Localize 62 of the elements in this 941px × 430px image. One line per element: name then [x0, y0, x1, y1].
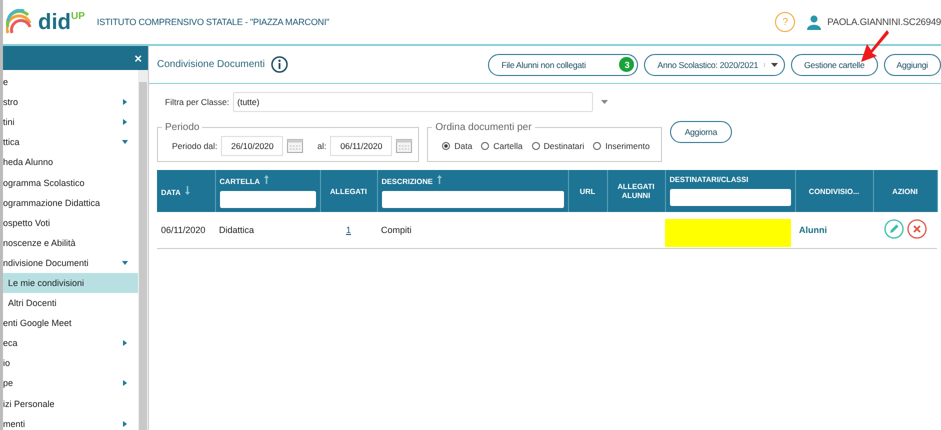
rainbow-logo-icon	[6, 9, 32, 35]
menu-item[interactable]: eca	[3, 333, 138, 354]
toolbar-button[interactable]: Gestione cartelle	[791, 54, 878, 76]
app-logo: did$^{UP}$	[38, 9, 85, 35]
edit-icon[interactable]	[884, 218, 904, 239]
menu-item[interactable]: heda Alunno	[3, 152, 138, 172]
calendar-icon[interactable]	[396, 138, 412, 153]
period-legend: Periodo	[162, 122, 202, 133]
school-name: ISTITUTO COMPRENSIVO STATALE - "PIAZZA MARCONI"	[96, 17, 330, 27]
calendar-icon[interactable]	[287, 138, 304, 153]
table-cell: Alunni	[795, 212, 873, 248]
menu-item[interactable]: ogrammazione Didattica	[3, 192, 138, 213]
column-filter-field[interactable]	[220, 191, 316, 208]
count-badge: 3	[619, 57, 634, 72]
sort-radio[interactable]: Data	[442, 140, 472, 150]
menu-item[interactable]: Altri Docenti	[3, 293, 138, 314]
caret-down-icon	[764, 62, 778, 66]
delete-icon[interactable]	[906, 218, 926, 239]
menu-item[interactable]: ogramma Scolastico	[3, 172, 138, 193]
toolbar-button[interactable]: Aggiungi	[884, 54, 941, 76]
close-button[interactable]: ×	[134, 50, 142, 66]
to-date-field[interactable]: 06/11/2020	[330, 136, 392, 156]
scrollbar[interactable]	[138, 70, 148, 430]
to-label: al:	[317, 140, 326, 150]
class-select[interactable]: (tutte)	[233, 92, 594, 112]
sort-up-icon[interactable]	[264, 175, 269, 184]
menu-item[interactable]: ndivisione Documenti	[3, 252, 138, 273]
attachments-link[interactable]: 1	[346, 224, 351, 235]
sort-radio[interactable]: Destinatari	[532, 140, 584, 150]
menu-item[interactable]: io	[3, 353, 138, 374]
page-title: Condivisione Documenti	[157, 59, 265, 70]
menu-item[interactable]: izi Personale	[3, 394, 138, 414]
menu-item[interactable]: ospetto Voti	[3, 212, 138, 233]
caret-down-icon[interactable]	[601, 100, 608, 104]
unlinked-files-button[interactable]: File Alunni non collegati 3	[488, 54, 638, 76]
school-year-dropdown[interactable]: Anno Scolastico: 2020/2021	[644, 54, 786, 76]
refresh-button[interactable]: Aggiorna	[670, 121, 732, 143]
user-name[interactable]: PAOLA.GIANNINI.SC26949	[827, 16, 941, 28]
table-cell: 06/11/2020	[157, 212, 215, 248]
menu-item[interactable]: pe	[3, 373, 138, 394]
sort-legend: Ordina documenti per	[432, 122, 535, 133]
sort-up-icon[interactable]	[436, 175, 442, 184]
from-date-field[interactable]: 26/10/2020	[221, 136, 284, 156]
column-filter-field[interactable]	[382, 191, 564, 208]
menu-item[interactable]: tini	[3, 112, 138, 132]
column-filter-field[interactable]	[670, 189, 790, 206]
menu-item[interactable]: e	[3, 72, 138, 92]
sort-down-icon[interactable]	[184, 186, 190, 194]
sort-radio[interactable]: Inserimento	[593, 140, 650, 150]
from-label: Periodo dal:	[172, 140, 218, 150]
menu-item[interactable]: Le mie condivisioni	[3, 272, 138, 294]
menu-item[interactable]: ttica	[3, 132, 138, 152]
table-cell: Didattica	[215, 212, 320, 248]
info-icon[interactable]	[270, 56, 288, 73]
menu-item[interactable]: noscenze e Abilità	[3, 232, 138, 253]
user-icon	[807, 14, 822, 30]
menu-item[interactable]: enti Google Meet	[3, 313, 138, 334]
menu-item[interactable]: stro	[3, 92, 138, 112]
sort-radio[interactable]: Cartella	[481, 140, 523, 150]
filter-label: Filtra per Classe:	[165, 97, 230, 107]
menu-item[interactable]: menti	[3, 414, 138, 430]
table-cell: Compiti	[377, 212, 568, 248]
